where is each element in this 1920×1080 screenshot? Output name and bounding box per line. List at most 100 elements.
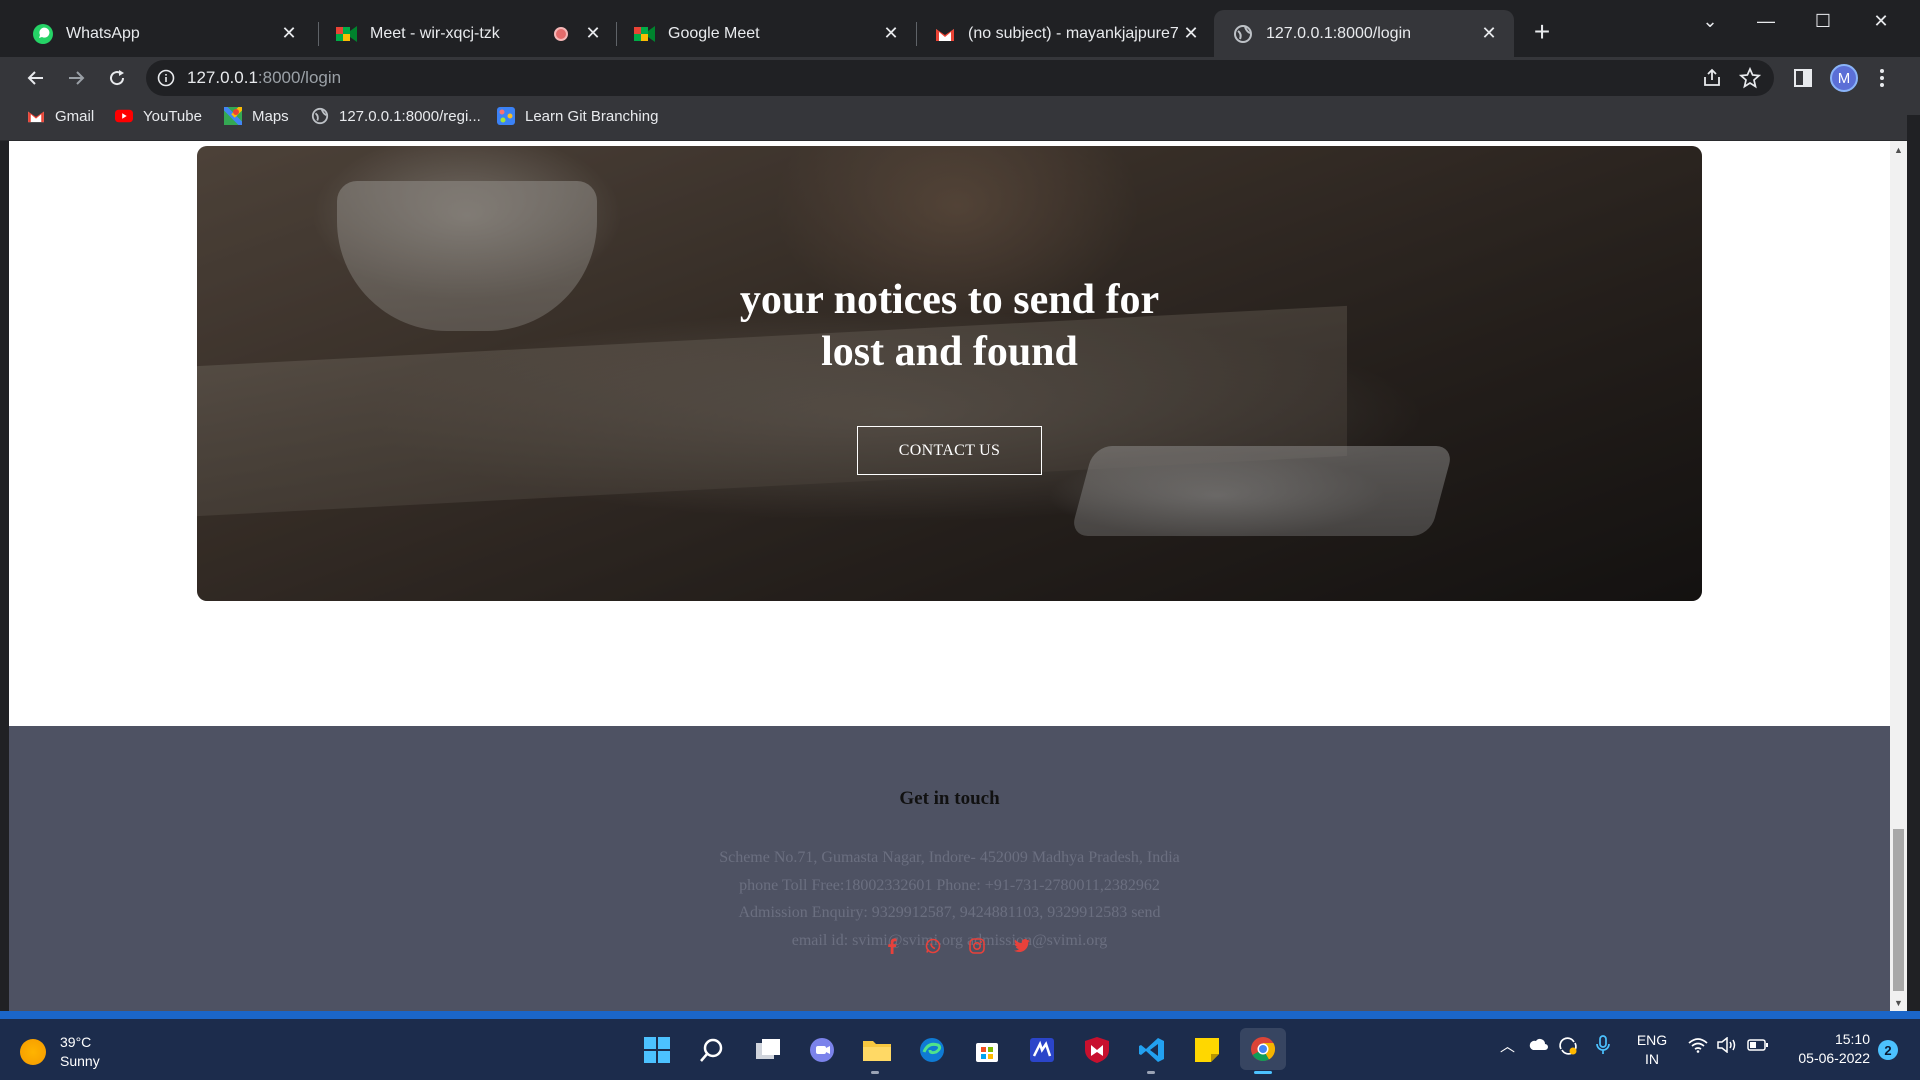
- browser-toolbar: 127.0.0.1:8000/login M: [0, 57, 1920, 98]
- sticky-notes-button[interactable]: [1190, 1033, 1224, 1067]
- forward-arrow-icon: [69, 71, 85, 85]
- close-tab-icon[interactable]: ✕: [1180, 23, 1202, 45]
- weather-condition: Sunny: [60, 1053, 100, 1069]
- language-indicator[interactable]: ENG IN: [1634, 1031, 1670, 1069]
- youtube-icon: [115, 107, 133, 125]
- edge-button[interactable]: [915, 1033, 949, 1067]
- bookmark-register[interactable]: 127.0.0.1:8000/regi...: [311, 107, 481, 125]
- sync-icon[interactable]: [1558, 1036, 1578, 1060]
- url-path: :8000/login: [257, 68, 342, 87]
- profile-avatar[interactable]: M: [1830, 64, 1858, 92]
- mcafee-shield-icon: [1085, 1037, 1109, 1063]
- vscode-button[interactable]: [1135, 1033, 1169, 1067]
- chrome-button[interactable]: [1240, 1028, 1286, 1070]
- running-indicator: [871, 1071, 879, 1074]
- clock-date: 05-06-2022: [1798, 1050, 1870, 1066]
- start-button[interactable]: [640, 1033, 674, 1067]
- bookmark-label: 127.0.0.1:8000/regi...: [339, 107, 481, 125]
- hero-title-line: lost and found: [821, 329, 1078, 375]
- tab-search-icon[interactable]: ⌄: [1690, 6, 1730, 36]
- task-view-icon: [756, 1039, 780, 1059]
- address-bar[interactable]: 127.0.0.1:8000/login: [146, 60, 1774, 96]
- bookmark-youtube[interactable]: YouTube: [115, 107, 202, 125]
- store-button[interactable]: [970, 1033, 1004, 1067]
- google-meet-icon: [634, 23, 656, 45]
- active-indicator: [1254, 1071, 1272, 1074]
- powerautomate-button[interactable]: [1025, 1033, 1059, 1067]
- new-tab-button[interactable]: +: [1530, 18, 1554, 48]
- volume-icon[interactable]: [1717, 1036, 1737, 1057]
- automate-icon: [1030, 1038, 1054, 1062]
- address-line: phone Toll Free:18002332601 Phone: +91-7…: [739, 876, 1160, 894]
- region-code: IN: [1645, 1051, 1659, 1067]
- mcafee-button[interactable]: [1080, 1033, 1114, 1067]
- bookmark-gmail[interactable]: Gmail: [27, 107, 94, 125]
- task-view-button[interactable]: [751, 1033, 785, 1067]
- microphone-icon[interactable]: [1596, 1035, 1610, 1059]
- scroll-up-icon[interactable]: ▲: [1890, 141, 1907, 158]
- clock[interactable]: 15:10 05-06-2022: [1784, 1030, 1870, 1068]
- bookmark-maps[interactable]: Maps: [224, 107, 289, 125]
- bookmark-star-icon[interactable]: [1739, 67, 1761, 89]
- page-scrollbar[interactable]: ▲ ▼: [1890, 141, 1907, 1011]
- whatsapp-icon[interactable]: [923, 936, 943, 956]
- side-panel-icon[interactable]: [1792, 67, 1814, 89]
- tab-login[interactable]: 127.0.0.1:8000/login ✕: [1214, 10, 1514, 57]
- file-explorer-button[interactable]: [860, 1033, 894, 1067]
- reload-button[interactable]: [102, 63, 132, 93]
- gmail-icon: [27, 107, 45, 125]
- close-tab-icon[interactable]: ✕: [880, 23, 902, 45]
- hero-title-line: your notices to send for: [739, 277, 1160, 323]
- teams-chat-button[interactable]: [805, 1033, 839, 1067]
- bookmarks-bar: Gmail YouTube Maps 127.0.0.1:8000/regi..…: [0, 98, 1920, 141]
- folder-icon: [863, 1041, 891, 1061]
- desktop-strip: [0, 1011, 1920, 1019]
- globe-icon: [1232, 23, 1254, 45]
- hero-banner: your notices to send for lost and found …: [197, 146, 1702, 601]
- info-icon[interactable]: [156, 68, 176, 88]
- gmail-icon: [934, 23, 956, 45]
- tab-meet[interactable]: Meet - wir-xqcj-tzk ✕: [318, 10, 618, 57]
- facebook-icon[interactable]: [882, 936, 902, 956]
- scroll-down-icon[interactable]: ▼: [1890, 994, 1907, 1011]
- running-indicator: [1147, 1071, 1155, 1074]
- google-meet-icon: [336, 23, 358, 45]
- search-button[interactable]: [695, 1033, 729, 1067]
- close-window-button[interactable]: ✕: [1861, 6, 1901, 36]
- footer-address: Scheme No.71, Gumasta Nagar, Indore- 452…: [9, 844, 1890, 954]
- tab-title: (no subject) - mayankjajpure7102: [968, 24, 1180, 42]
- close-tab-icon[interactable]: ✕: [1478, 23, 1500, 45]
- hero-title: your notices to send for lost and found: [197, 274, 1702, 378]
- show-hidden-icons-button[interactable]: ︿: [1500, 1035, 1515, 1056]
- minimize-button[interactable]: —: [1746, 6, 1786, 36]
- close-tab-icon[interactable]: ✕: [278, 23, 300, 45]
- sun-icon: [20, 1039, 46, 1065]
- tab-title: WhatsApp: [66, 24, 140, 42]
- forward-button[interactable]: [61, 63, 91, 93]
- twitter-icon[interactable]: [1012, 936, 1032, 956]
- tab-title: Meet - wir-xqcj-tzk: [370, 24, 500, 42]
- share-icon[interactable]: [1701, 67, 1723, 89]
- wifi-icon[interactable]: [1688, 1037, 1708, 1057]
- browser-menu-button[interactable]: [1867, 63, 1897, 93]
- search-icon: [700, 1038, 723, 1062]
- maximize-button[interactable]: ☐: [1803, 6, 1843, 36]
- tab-strip: WhatsApp ✕ Meet - wir-xqcj-tzk ✕ Google …: [0, 0, 1920, 57]
- tab-gmail[interactable]: (no subject) - mayankjajpure7102 ✕: [916, 10, 1216, 57]
- onedrive-icon[interactable]: [1528, 1037, 1548, 1055]
- notification-badge[interactable]: 2: [1878, 1040, 1898, 1060]
- instagram-icon[interactable]: [967, 936, 987, 956]
- store-icon: [976, 1043, 998, 1062]
- tab-whatsapp[interactable]: WhatsApp ✕: [14, 10, 314, 57]
- weather-widget[interactable]: 39°C Sunny: [20, 1033, 100, 1071]
- battery-icon[interactable]: [1747, 1038, 1769, 1055]
- window-edge: [1907, 115, 1920, 1010]
- close-tab-icon[interactable]: ✕: [582, 23, 604, 45]
- bookmark-learn-git[interactable]: Learn Git Branching: [497, 107, 658, 125]
- contact-us-button[interactable]: CONTACT US: [857, 426, 1042, 475]
- bookmark-label: Maps: [252, 107, 289, 125]
- back-button[interactable]: [21, 63, 51, 93]
- tab-google-meet[interactable]: Google Meet ✕: [616, 10, 916, 57]
- reload-icon: [110, 70, 125, 86]
- scrollbar-thumb[interactable]: [1893, 829, 1904, 991]
